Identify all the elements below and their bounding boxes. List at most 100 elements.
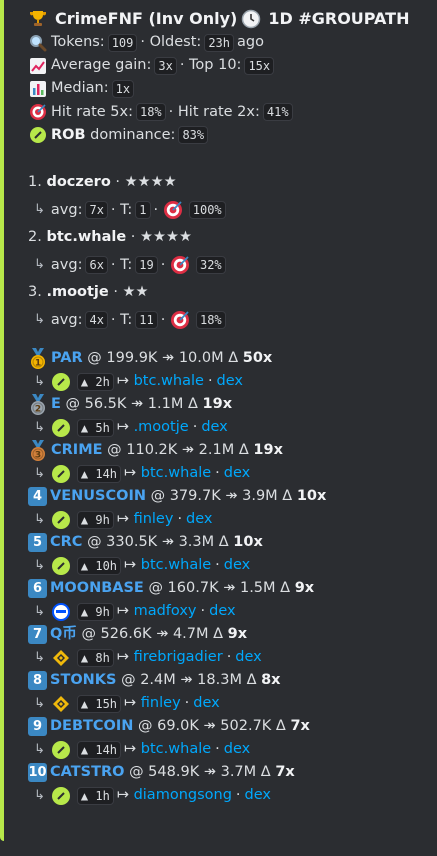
dex-link[interactable]: dex: [209, 600, 235, 623]
peak-mcap: 18.3M: [197, 672, 242, 689]
caller-link[interactable]: finley: [134, 508, 174, 531]
reply-arrow-icon: ↳: [34, 742, 45, 758]
caller-avg: 7x: [85, 201, 108, 220]
multiplier: 8x: [261, 672, 281, 689]
token-symbol[interactable]: Q币: [50, 623, 77, 646]
rank-number-icon: 9: [28, 717, 47, 737]
caller-link[interactable]: madfoxy: [134, 600, 197, 623]
caller-link[interactable]: .mootje: [134, 416, 189, 439]
bronze-medal-icon: 3: [28, 439, 48, 461]
dex-link[interactable]: dex: [193, 692, 219, 715]
token-entry: 2E @ 56.5K ↠ 1.1M Δ 19x ↳ ▲ 5h ↦ .mootje · de…: [28, 393, 429, 439]
token-symbol[interactable]: MOONBASE: [50, 577, 144, 600]
token-header: 3 CRIME @ 110.2K ↠ 2.1M Δ 19x: [28, 439, 429, 462]
caller-link[interactable]: firebrigadier: [134, 646, 223, 669]
peak-mcap: 2.1M: [198, 442, 235, 459]
dex-link[interactable]: dex: [224, 738, 250, 761]
dex-link[interactable]: dex: [217, 370, 243, 393]
caller-header: 1. doczero · ★★★★: [28, 170, 429, 195]
peak-mcap: 502.7K: [220, 718, 272, 735]
caller-hit-rate: 32%: [195, 256, 226, 275]
entry-mcap: @ 2.4M: [121, 672, 176, 689]
token-symbol[interactable]: PAR: [51, 347, 83, 370]
multiplier: 9x: [294, 580, 315, 597]
token-age: ▲ 1h: [76, 786, 114, 805]
dex-link[interactable]: dex: [186, 508, 212, 531]
caller-link[interactable]: diamongsong: [134, 784, 232, 807]
stats-dominance-row: ROB dominance: 83%: [28, 124, 429, 147]
median-gain: 1x: [111, 80, 135, 98]
token-symbol[interactable]: DEBTCOIN: [50, 715, 133, 738]
token-symbol[interactable]: E: [51, 393, 61, 416]
token-symbol[interactable]: CRC: [50, 531, 82, 554]
caller-header: 3. .mootje · ★★: [28, 280, 429, 305]
rank-number-icon: 4: [28, 487, 47, 507]
dex-link[interactable]: dex: [201, 416, 227, 439]
caller-avg: 6x: [85, 256, 108, 275]
token-symbol[interactable]: CATSTRO: [50, 761, 124, 784]
token-header: 10 CATSTRO @ 548.9K ↠ 3.7M Δ 7x: [28, 761, 429, 784]
caller-token-count: 19: [135, 256, 158, 275]
reply-arrow-icon: ↳: [34, 420, 45, 436]
token-header: 5 CRC @ 330.5K ↠ 3.3M Δ 10x: [28, 531, 429, 554]
token-symbol[interactable]: CRIME: [51, 439, 103, 462]
token-age: ▲ 8h: [76, 648, 114, 667]
token-symbol[interactable]: STONKS: [50, 669, 116, 692]
entry-mcap: @ 160.7K: [148, 580, 219, 597]
token-count: 109: [107, 33, 138, 52]
dex-link[interactable]: dex: [245, 784, 271, 807]
token-details: ↳ ▲ 8h ↦ firebrigadier · dex: [28, 646, 429, 669]
token-header: 8 STONKS @ 2.4M ↠ 18.3M Δ 8x: [28, 669, 429, 692]
multiplier: 7x: [290, 718, 310, 735]
silver-medal-icon: 2: [28, 393, 48, 415]
solana-icon: [51, 464, 71, 484]
caller-leaderboard: 1. doczero · ★★★★ ↳ avg: 7x · T: 1 · 100% 2. bt…: [28, 170, 429, 335]
token-details: ↳ ▲ 2h ↦ btc.whale · dex: [28, 370, 429, 393]
peak-mcap: 1.5M: [239, 580, 276, 597]
caller-link[interactable]: btc.whale: [141, 462, 211, 485]
reply-arrow-icon: ↳: [34, 558, 45, 574]
caller-link[interactable]: btc.whale: [134, 370, 204, 393]
entry-mcap: @ 548.9K: [129, 764, 200, 781]
dex-link[interactable]: dex: [224, 554, 250, 577]
caller-link[interactable]: finley: [141, 692, 181, 715]
caller-link[interactable]: btc.whale: [141, 554, 211, 577]
token-age: ▲ 15h: [76, 694, 122, 713]
hit-rate-5x: 18%: [135, 103, 166, 122]
token-details: ↳ ▲ 9h ↦ madfoxy · dex: [28, 600, 429, 623]
caller-rank: 2.: [28, 229, 42, 246]
reply-arrow-icon: ↳: [34, 696, 45, 712]
caller-entry: 3. .mootje · ★★ ↳ avg: 4x · T: 11 · 18%: [28, 280, 429, 335]
reply-arrow-icon: ↳: [34, 374, 45, 390]
token-age: ▲ 9h: [76, 510, 114, 529]
reply-arrow-icon: ↳: [34, 650, 45, 666]
chart-up-icon: [28, 56, 48, 76]
svg-text:3: 3: [35, 450, 41, 460]
caller-token-count: 11: [135, 311, 158, 330]
peak-mcap: 1.1M: [147, 396, 184, 413]
token-age: ▲ 14h: [76, 464, 122, 483]
token-symbol[interactable]: VENUSCOIN: [50, 485, 146, 508]
caller-name: doczero: [46, 174, 111, 191]
token-age: ▲ 5h: [76, 418, 114, 437]
dex-link[interactable]: dex: [235, 646, 261, 669]
bnb-chain-icon: [51, 648, 71, 668]
reply-arrow-icon: ↳: [34, 512, 45, 528]
token-age: ▲ 10h: [76, 556, 122, 575]
multiplier: 10x: [233, 534, 263, 551]
caller-rank: 3.: [28, 284, 42, 301]
entry-mcap: @ 69.0K: [138, 718, 199, 735]
peak-mcap: 3.9M: [242, 488, 278, 505]
token-entry: 7 Q币 @ 526.6K ↠ 4.7M Δ 9x ↳ ▲ 8h ↦ firebriga…: [28, 623, 429, 669]
caller-link[interactable]: btc.whale: [141, 738, 211, 761]
caller-hit-rate: 18%: [195, 311, 226, 330]
peak-mcap: 3.7M: [220, 764, 257, 781]
token-list: 1 PAR @ 199.9K ↠ 10.0M Δ 50x ↳ ▲ 2h ↦ btc.wh…: [28, 347, 429, 807]
caller-name: .mootje: [46, 284, 109, 301]
dex-link[interactable]: dex: [224, 462, 250, 485]
bnb-chain-icon: [51, 694, 71, 714]
report-embed: CrimeFNF (Inv Only) 1D #GROUPATH Tokens:…: [0, 0, 437, 841]
average-gain: 3x: [154, 56, 177, 75]
token-entry: 10 CATSTRO @ 548.9K ↠ 3.7M Δ 7x ↳ ▲ 1h ↦ dia…: [28, 761, 429, 807]
caller-name: btc.whale: [46, 229, 127, 246]
